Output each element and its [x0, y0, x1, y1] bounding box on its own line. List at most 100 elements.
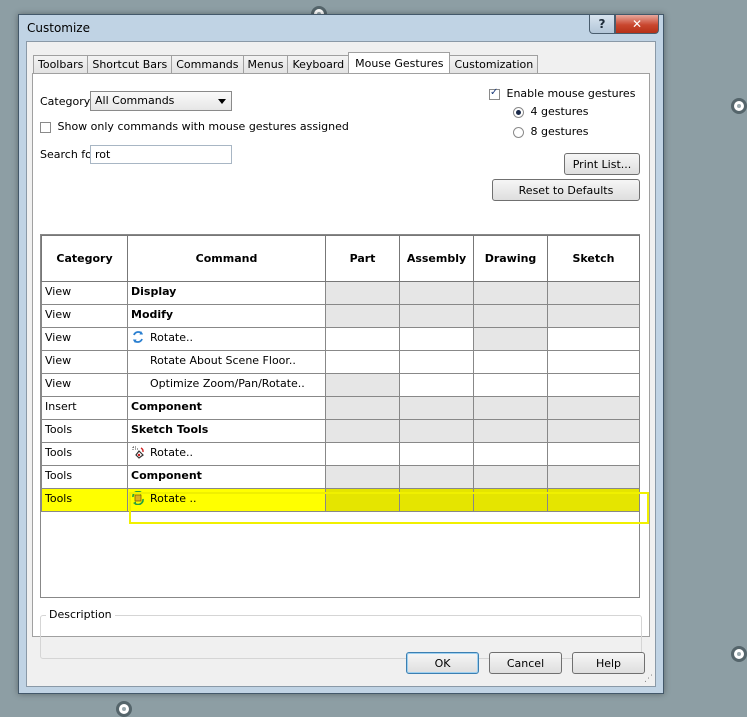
cell-part-gesture[interactable]: [325, 488, 400, 512]
cell-assembly-gesture[interactable]: [399, 304, 474, 328]
cell-category: Tools: [41, 442, 128, 466]
command-label: Optimize Zoom/Pan/Rotate..: [150, 377, 305, 390]
table-row[interactable]: Insert Component: [41, 396, 640, 420]
command-label: Modify: [131, 308, 174, 321]
cell-drawing-gesture[interactable]: [473, 350, 548, 374]
header-assembly[interactable]: Assembly: [399, 235, 474, 282]
cell-assembly-gesture[interactable]: [399, 442, 474, 466]
cell-assembly-gesture[interactable]: [399, 419, 474, 443]
header-category[interactable]: Category: [41, 235, 128, 282]
close-button[interactable]: ✕: [615, 15, 659, 34]
radio-8-gestures[interactable]: [513, 126, 524, 138]
cell-part-gesture[interactable]: [325, 350, 400, 374]
cell-drawing-gesture[interactable]: [473, 396, 548, 420]
cell-category: Tools: [41, 488, 128, 512]
tab-keyboard[interactable]: Keyboard: [287, 55, 350, 73]
category-dropdown[interactable]: All Commands: [90, 91, 232, 111]
customize-dialog: Customize ? ✕ Toolbars Shortcut Bars Com…: [18, 14, 664, 694]
cell-sketch-gesture[interactable]: [547, 465, 640, 489]
cell-assembly-gesture[interactable]: [399, 373, 474, 397]
cell-command: Component: [127, 465, 326, 489]
radio-8-gestures-row[interactable]: 8 gestures: [513, 125, 589, 138]
cell-drawing-gesture[interactable]: [473, 327, 548, 351]
table-row[interactable]: Tools Rotate ..: [41, 488, 640, 512]
ok-button[interactable]: OK: [406, 652, 479, 674]
cell-assembly-gesture[interactable]: [399, 396, 474, 420]
cell-sketch-gesture[interactable]: [547, 327, 640, 351]
cell-sketch-gesture[interactable]: [547, 488, 640, 512]
tab-toolbars[interactable]: Toolbars: [33, 55, 89, 73]
cell-part-gesture[interactable]: [325, 465, 400, 489]
cell-assembly-gesture[interactable]: [399, 281, 474, 305]
help-icon-button[interactable]: ?: [589, 15, 615, 34]
cell-part-gesture[interactable]: [325, 327, 400, 351]
cell-part-gesture[interactable]: [325, 396, 400, 420]
resize-grip-icon[interactable]: ⋰: [644, 674, 653, 684]
search-input[interactable]: rot: [90, 145, 232, 164]
cell-drawing-gesture[interactable]: [473, 419, 548, 443]
cell-sketch-gesture[interactable]: [547, 442, 640, 466]
tab-customization[interactable]: Customization: [449, 55, 539, 73]
show-only-checkbox[interactable]: [40, 121, 51, 133]
table-row[interactable]: View Optimize Zoom/Pan/Rotate..: [41, 373, 640, 397]
cell-sketch-gesture[interactable]: [547, 396, 640, 420]
cell-part-gesture[interactable]: [325, 419, 400, 443]
table-header-row: Category Command Part Assembly Drawing S…: [41, 235, 640, 282]
cell-sketch-gesture[interactable]: [547, 419, 640, 443]
cell-assembly-gesture[interactable]: [399, 488, 474, 512]
cell-sketch-gesture[interactable]: [547, 304, 640, 328]
print-list-button[interactable]: Print List...: [564, 153, 640, 175]
tab-shortcut-bars[interactable]: Shortcut Bars: [87, 55, 173, 73]
window-title: Customize: [27, 21, 90, 35]
cell-part-gesture[interactable]: [325, 442, 400, 466]
cell-category: Tools: [41, 419, 128, 443]
cell-command: Rotate ..: [127, 488, 326, 512]
cell-assembly-gesture[interactable]: [399, 465, 474, 489]
cell-drawing-gesture[interactable]: [473, 465, 548, 489]
background-node-right-2: [731, 646, 747, 662]
cell-part-gesture[interactable]: [325, 304, 400, 328]
tab-commands[interactable]: Commands: [171, 55, 244, 73]
table-row[interactable]: View Rotate..: [41, 327, 640, 351]
cell-category: Tools: [41, 465, 128, 489]
title-bar[interactable]: Customize ? ✕: [19, 15, 663, 41]
header-part[interactable]: Part: [325, 235, 400, 282]
header-command[interactable]: Command: [127, 235, 326, 282]
table-row[interactable]: View Rotate About Scene Floor..: [41, 350, 640, 374]
cell-part-gesture[interactable]: [325, 281, 400, 305]
radio-4-gestures-row[interactable]: 4 gestures: [513, 105, 589, 118]
tab-menus[interactable]: Menus: [242, 55, 289, 73]
cell-part-gesture[interactable]: [325, 373, 400, 397]
cell-sketch-gesture[interactable]: [547, 350, 640, 374]
table-row[interactable]: View Modify: [41, 304, 640, 328]
cell-drawing-gesture[interactable]: [473, 304, 548, 328]
cell-drawing-gesture[interactable]: [473, 373, 548, 397]
enable-gestures-checkbox[interactable]: [489, 87, 500, 100]
radio-4-gestures[interactable]: [513, 106, 524, 118]
command-label: Rotate ..: [150, 492, 197, 505]
command-label: Rotate About Scene Floor..: [150, 354, 296, 367]
cell-command: Rotate About Scene Floor..: [127, 350, 326, 374]
tab-mouse-gestures[interactable]: Mouse Gestures: [348, 52, 451, 73]
cell-drawing-gesture[interactable]: [473, 281, 548, 305]
header-sketch[interactable]: Sketch: [547, 235, 640, 282]
table-row[interactable]: View Display: [41, 281, 640, 305]
cancel-button[interactable]: Cancel: [489, 652, 562, 674]
command-label: Component: [131, 400, 202, 413]
table-row[interactable]: Tools Component: [41, 465, 640, 489]
cell-sketch-gesture[interactable]: [547, 281, 640, 305]
description-label: Description: [46, 608, 115, 621]
cell-sketch-gesture[interactable]: [547, 373, 640, 397]
table-row[interactable]: Tools Sketch Tools: [41, 419, 640, 443]
enable-gestures-row[interactable]: Enable mouse gestures: [489, 87, 635, 100]
commands-table: Category Command Part Assembly Drawing S…: [41, 235, 640, 512]
cell-drawing-gesture[interactable]: [473, 442, 548, 466]
header-drawing[interactable]: Drawing: [473, 235, 548, 282]
cell-assembly-gesture[interactable]: [399, 327, 474, 351]
reset-to-defaults-button[interactable]: Reset to Defaults: [492, 179, 640, 201]
show-only-row[interactable]: Show only commands with mouse gestures a…: [40, 120, 349, 133]
table-row[interactable]: Tools Rotate..: [41, 442, 640, 466]
cell-assembly-gesture[interactable]: [399, 350, 474, 374]
help-button[interactable]: Help: [572, 652, 645, 674]
cell-drawing-gesture[interactable]: [473, 488, 548, 512]
